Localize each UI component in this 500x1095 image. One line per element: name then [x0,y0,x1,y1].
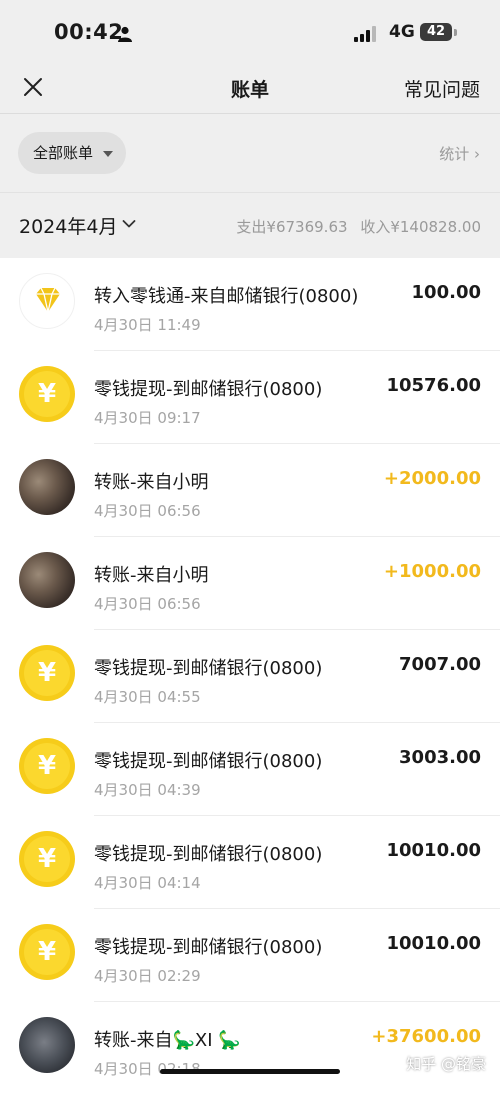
yuan-coin-icon: ¥ [19,738,75,794]
person-icon [118,26,132,42]
avatar [19,552,75,608]
transaction-amount: +2000.00 [383,468,481,489]
yuan-coin-icon: ¥ [19,645,75,701]
nav-bar: 账单 常见问题 [0,62,500,112]
transaction-date: 4月30日 04:55 [94,688,201,706]
list-item[interactable]: 转入零钱通-来自邮储银行(0800) 4月30日 11:49 100.00 [0,258,500,351]
transaction-title: 零钱提现-到邮储银行(0800) [94,844,323,865]
transaction-amount: 10010.00 [386,840,481,861]
transaction-title: 零钱提现-到邮储银行(0800) [94,937,323,958]
expense-total: 支出¥67369.63 [236,218,348,236]
transaction-date: 4月30日 11:49 [94,316,201,334]
transaction-title: 零钱提现-到邮储银行(0800) [94,751,323,772]
status-time: 00:42 [54,20,124,44]
yuan-coin-icon: ¥ [19,831,75,887]
list-item[interactable]: 转账-来自小明 4月30日 06:56 +1000.00 [0,537,500,630]
transaction-amount: 7007.00 [399,654,481,675]
network-type: 4G [389,22,415,42]
watermark: 知乎 @铭豪 [406,1055,486,1073]
faq-button[interactable]: 常见问题 [404,75,480,102]
transaction-date: 4月30日 06:56 [94,502,201,520]
list-item[interactable]: ¥ 零钱提现-到邮储银行(0800) 4月30日 04:39 3003.00 [0,723,500,816]
divider [0,113,500,114]
month-selector[interactable]: 2024年4月 [19,212,117,239]
list-item[interactable]: ¥ 零钱提现-到邮储银行(0800) 4月30日 04:55 7007.00 [0,630,500,723]
transaction-title: 转入零钱通-来自邮储银行(0800) [94,286,359,307]
list-item[interactable]: ¥ 零钱提现-到邮储银行(0800) 4月30日 02:29 10010.00 [0,909,500,1002]
header-area: 00:42 4G 42 账单 常见问题 全部账单 统计 › 2024年4月 支出… [0,0,500,258]
yuan-coin-icon: ¥ [19,924,75,980]
signal-icon [354,26,376,42]
status-bar: 00:42 4G 42 [0,18,500,50]
transaction-title: 转账-来自小明 [94,472,209,493]
transaction-amount: 100.00 [411,282,481,303]
income-total: 收入¥140828.00 [360,218,481,236]
diamond-icon [19,273,75,329]
transaction-amount: +37600.00 [371,1026,481,1047]
transaction-list: 转入零钱通-来自邮储银行(0800) 4月30日 11:49 100.00 ¥ … [0,258,500,1095]
transaction-date: 4月30日 06:56 [94,595,201,613]
transaction-amount: 10576.00 [386,375,481,396]
chevron-down-icon[interactable] [122,219,136,229]
transaction-date: 4月30日 04:39 [94,781,201,799]
month-summary: 支出¥67369.63 收入¥140828.00 [228,216,481,237]
transaction-title: 转账-来自小明 [94,565,209,586]
transaction-amount: +1000.00 [383,561,481,582]
transaction-date: 4月30日 02:29 [94,967,201,985]
avatar [19,459,75,515]
list-item[interactable]: ¥ 零钱提现-到邮储银行(0800) 4月30日 09:17 10576.00 [0,351,500,444]
avatar [19,1017,75,1073]
battery-cap [454,29,457,36]
yuan-coin-icon: ¥ [19,366,75,422]
divider [0,192,500,193]
transaction-title: 零钱提现-到邮储银行(0800) [94,658,323,679]
caret-down-icon [103,151,113,157]
battery-icon: 42 [420,23,452,41]
bill-filter-dropdown[interactable]: 全部账单 [18,132,126,174]
home-indicator[interactable] [160,1069,340,1074]
transaction-amount: 10010.00 [386,933,481,954]
list-item[interactable]: 转账-来自🦕XI 🦕 4月30日 02:18 +37600.00 [0,1002,500,1095]
transaction-date: 4月30日 04:14 [94,874,201,892]
transaction-date: 4月30日 09:17 [94,409,201,427]
transaction-title: 转账-来自🦕XI 🦕 [94,1030,241,1051]
transaction-title: 零钱提现-到邮储银行(0800) [94,379,323,400]
statistics-link[interactable]: 统计 › [439,143,480,164]
list-item[interactable]: ¥ 零钱提现-到邮储银行(0800) 4月30日 04:14 10010.00 [0,816,500,909]
transaction-amount: 3003.00 [399,747,481,768]
filter-label: 全部账单 [33,144,94,162]
list-item[interactable]: 转账-来自小明 4月30日 06:56 +2000.00 [0,444,500,537]
